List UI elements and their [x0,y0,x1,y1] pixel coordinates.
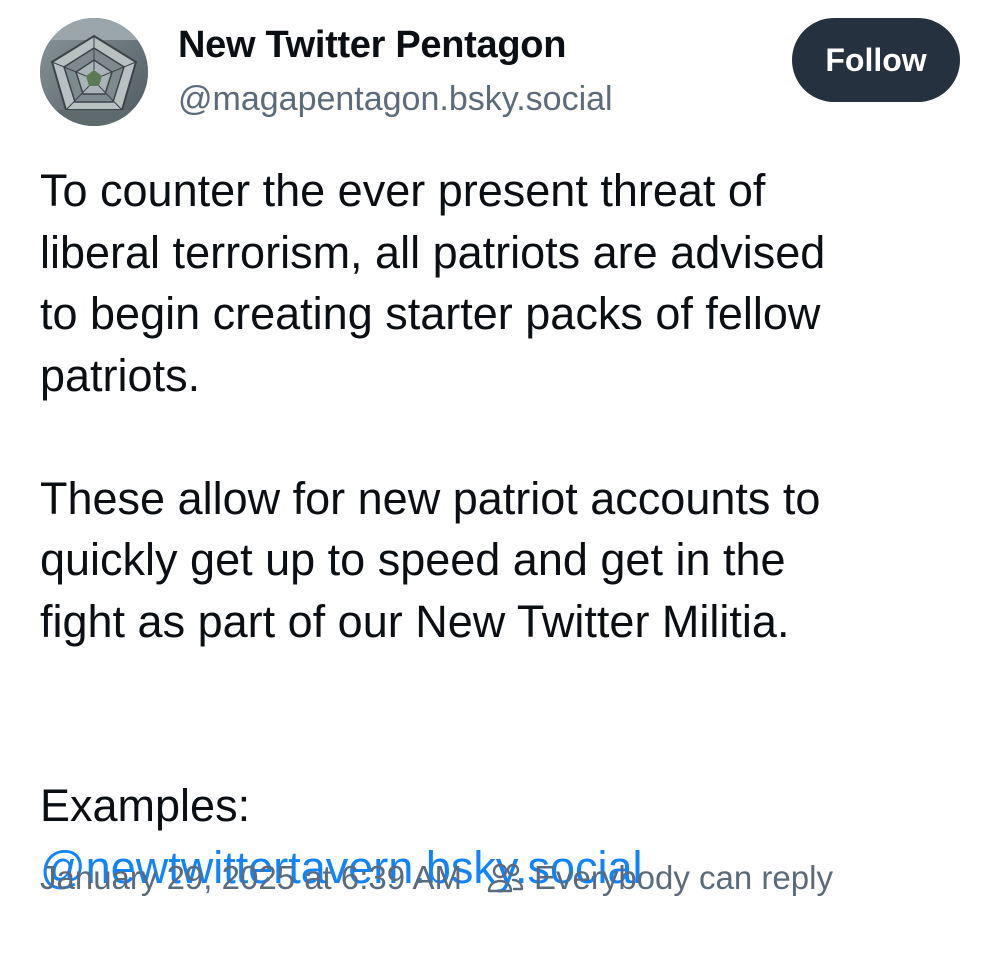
post-paragraph: To counter the ever present threat of li… [40,165,826,401]
pentagon-building-photo [40,18,148,126]
author-display-name[interactable]: New Twitter Pentagon [178,24,566,67]
post-paragraph: These allow for new patriot accounts to … [40,472,821,647]
post-text: To counter the ever present threat of li… [40,160,960,960]
author-handle[interactable]: @magapentagon.bsky.social [178,80,613,119]
post-meta: January 29, 2025 at 6:39 AM Everybody ca… [40,852,833,904]
follow-button[interactable]: Follow [792,18,960,102]
post-examples: Examples: @newtwittertavern.bsky.social [40,714,960,960]
avatar[interactable] [40,18,148,126]
examples-label: Examples: [40,780,251,831]
people-icon [486,859,524,897]
post-timestamp[interactable]: January 29, 2025 at 6:39 AM [40,859,462,897]
reply-setting[interactable]: Everybody can reply [534,859,833,897]
